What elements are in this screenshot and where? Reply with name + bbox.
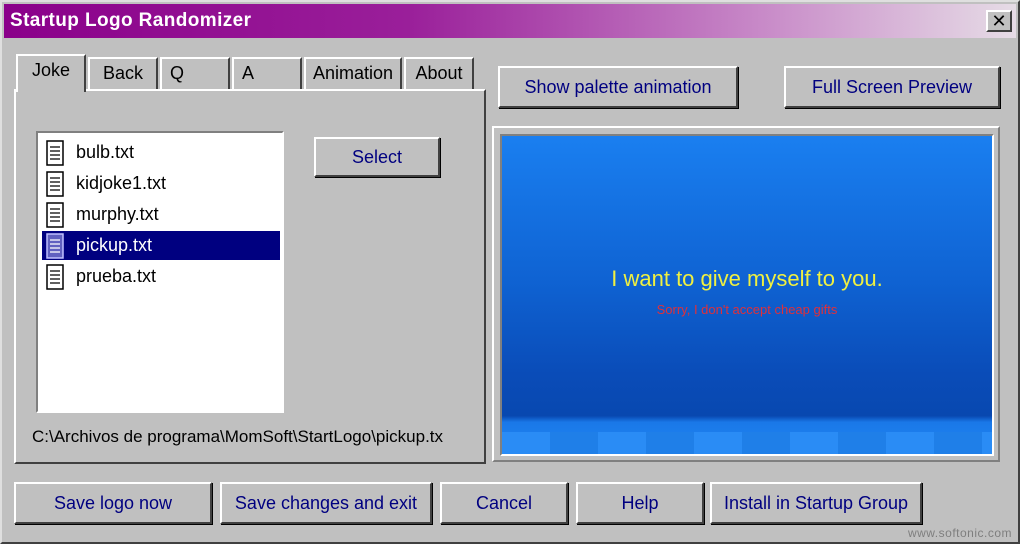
tab-label: Q: [170, 63, 185, 83]
window-title: Startup Logo Randomizer: [10, 10, 252, 31]
preview-frame: I want to give myself to you. Sorry, I d…: [492, 126, 1000, 462]
file-name: pickup.txt: [76, 235, 153, 255]
tab-joke[interactable]: Joke: [16, 54, 86, 92]
file-name: prueba.txt: [76, 266, 157, 286]
palette-strip: [502, 432, 992, 454]
list-item[interactable]: kidjoke1.txt: [38, 168, 282, 199]
tab-label: About: [415, 63, 463, 83]
save-changes-and-exit-button[interactable]: Save changes and exit: [220, 482, 432, 524]
file-name: murphy.txt: [76, 204, 159, 224]
text-file-icon: [46, 170, 64, 197]
tab-q[interactable]: Q: [160, 57, 230, 89]
joke-question-text: I want to give myself to you.: [611, 266, 883, 291]
tab-animation[interactable]: Animation: [304, 57, 402, 89]
close-button[interactable]: ✕: [986, 10, 1012, 32]
text-file-icon: [46, 201, 64, 228]
text-file-icon: [46, 263, 64, 290]
list-item[interactable]: prueba.txt: [38, 261, 282, 292]
list-item[interactable]: murphy.txt: [38, 199, 282, 230]
joke-tab-panel: bulb.txt kidjoke1.txt murphy.txt pickup.…: [14, 89, 486, 464]
tab-a[interactable]: A: [232, 57, 302, 89]
list-item-selected[interactable]: pickup.txt: [38, 230, 282, 261]
help-button[interactable]: Help: [576, 482, 704, 524]
install-in-startup-group-button[interactable]: Install in Startup Group: [710, 482, 922, 524]
tab-label: A: [242, 63, 255, 83]
title-bar[interactable]: Startup Logo Randomizer ✕: [4, 4, 1016, 38]
list-item[interactable]: bulb.txt: [38, 137, 282, 168]
file-name: bulb.txt: [76, 142, 135, 162]
save-logo-now-button[interactable]: Save logo now: [14, 482, 212, 524]
watermark: www.softonic.com: [907, 526, 1012, 540]
joke-file-list[interactable]: bulb.txt kidjoke1.txt murphy.txt pickup.…: [36, 131, 284, 413]
app-window: Startup Logo Randomizer ✕ Joke Back Q A …: [0, 0, 1020, 544]
show-palette-animation-button[interactable]: Show palette animation: [498, 66, 738, 108]
joke-answer-text: Sorry, I don't accept cheap gifts: [656, 302, 838, 317]
cancel-button[interactable]: Cancel: [440, 482, 568, 524]
close-icon: ✕: [991, 11, 1007, 31]
text-file-icon: [46, 139, 64, 166]
file-name: kidjoke1.txt: [76, 173, 167, 193]
tab-about[interactable]: About: [404, 57, 474, 89]
current-file-path: C:\Archivos de programa\MomSoft\StartLog…: [32, 427, 444, 446]
tab-back[interactable]: Back: [88, 57, 158, 89]
logo-preview: I want to give myself to you. Sorry, I d…: [500, 134, 994, 456]
tab-label: Back: [102, 63, 144, 83]
full-screen-preview-button[interactable]: Full Screen Preview: [784, 66, 1000, 108]
select-button[interactable]: Select: [314, 137, 440, 177]
tab-label: Joke: [31, 60, 71, 80]
text-file-icon: [46, 232, 64, 259]
tab-label: Animation: [312, 63, 394, 83]
